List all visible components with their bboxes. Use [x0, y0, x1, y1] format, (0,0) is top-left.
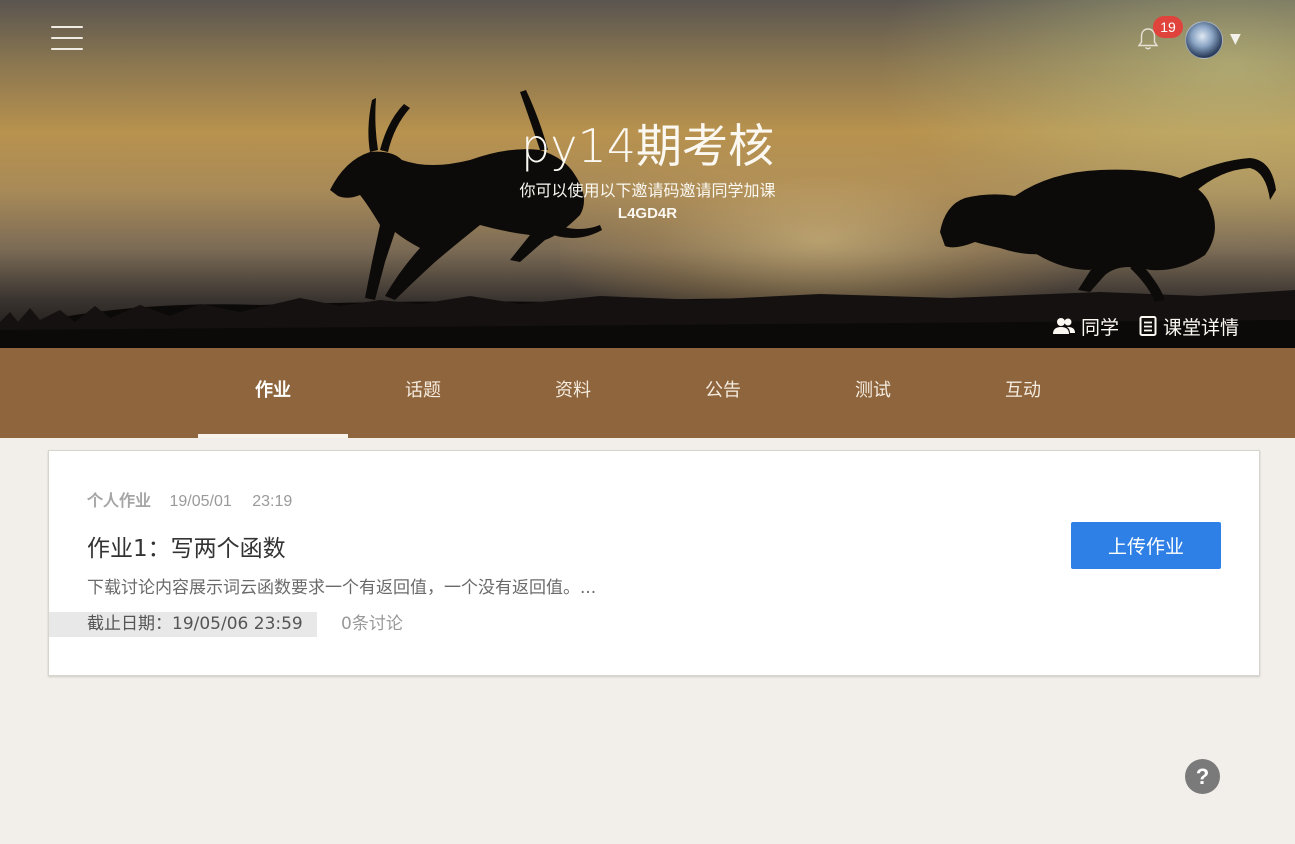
course-title: py14期考核 [521, 119, 774, 173]
tab-announcements[interactable]: 公告 [648, 348, 798, 438]
tab-tests[interactable]: 测试 [798, 348, 948, 438]
course-details-label: 课堂详情 [1163, 316, 1240, 339]
assignment-type: 个人作业 [87, 493, 152, 510]
assignment-time: 23:19 [252, 493, 293, 510]
tab-homework[interactable]: 作业 [198, 348, 348, 438]
classmates-link[interactable]: 同学 [1053, 312, 1119, 340]
upload-homework-button[interactable]: 上传作业 [1071, 522, 1221, 569]
assignment-deadline: 截止日期：19/05/06 23:59 [49, 612, 317, 637]
menu-hamburger-icon[interactable] [51, 26, 83, 54]
assignment-date: 19/05/01 [169, 493, 232, 510]
invite-text: 你可以使用以下邀请码邀请同学加课 [519, 181, 776, 200]
help-icon[interactable]: ? [1185, 759, 1220, 794]
assignment-description: 下载讨论内容展示词云函数要求一个有返回值，一个没有返回值。... [87, 578, 597, 598]
chevron-down-icon[interactable]: ▼ [1230, 31, 1241, 47]
avatar[interactable] [1185, 21, 1223, 59]
discussion-count-link[interactable]: 0条讨论 [341, 612, 403, 637]
course-banner: 19 ▼ py14期考核 你可以使用以下邀请码邀请同学加课 L4GD4R 同学 … [0, 0, 1295, 348]
tab-materials[interactable]: 资料 [498, 348, 648, 438]
assignment-card[interactable]: 个人作业 19/05/01 23:19 作业1：写两个函数 下载讨论内容展示词云… [48, 450, 1260, 676]
document-icon [1139, 316, 1157, 336]
users-icon [1053, 317, 1075, 335]
tab-interaction[interactable]: 互动 [948, 348, 1098, 438]
notification-badge: 19 [1153, 16, 1183, 38]
course-details-link[interactable]: 课堂详情 [1139, 312, 1239, 340]
invite-code: L4GD4R [617, 205, 678, 222]
assignment-title[interactable]: 作业1：写两个函数 [87, 529, 286, 563]
tab-bar: 作业 话题 资料 公告 测试 互动 [0, 348, 1295, 438]
tab-topics[interactable]: 话题 [348, 348, 498, 438]
assignment-meta: 个人作业 19/05/01 23:19 [87, 487, 292, 511]
classmates-label: 同学 [1081, 316, 1120, 339]
